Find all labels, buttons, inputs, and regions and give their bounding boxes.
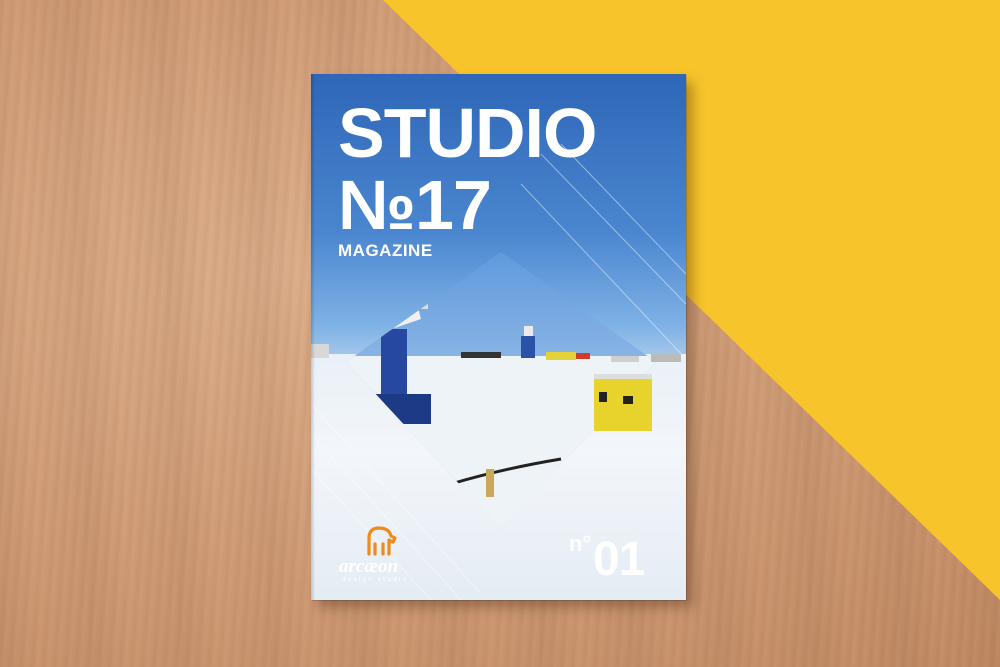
horse-icon [367,526,397,556]
publisher-name: arcæon [339,556,399,577]
issue-number: 01 [593,533,645,586]
issue-prefix: n° [569,531,592,556]
magazine-cover: STUDIO №17 MAGAZINE arcæon design studio… [311,74,686,600]
cover-title-studio: STUDIO [338,94,597,172]
magazine-spine-shade [311,74,315,600]
yellow-building [594,379,652,431]
photo-scene: STUDIO №17 MAGAZINE arcæon design studio… [0,0,1000,667]
cover-title-number: №17 [338,166,492,244]
publisher-tagline: design studio [342,576,409,583]
publisher-logo: arcæon design studio [339,524,429,584]
cover-title-magazine: MAGAZINE [338,241,433,260]
